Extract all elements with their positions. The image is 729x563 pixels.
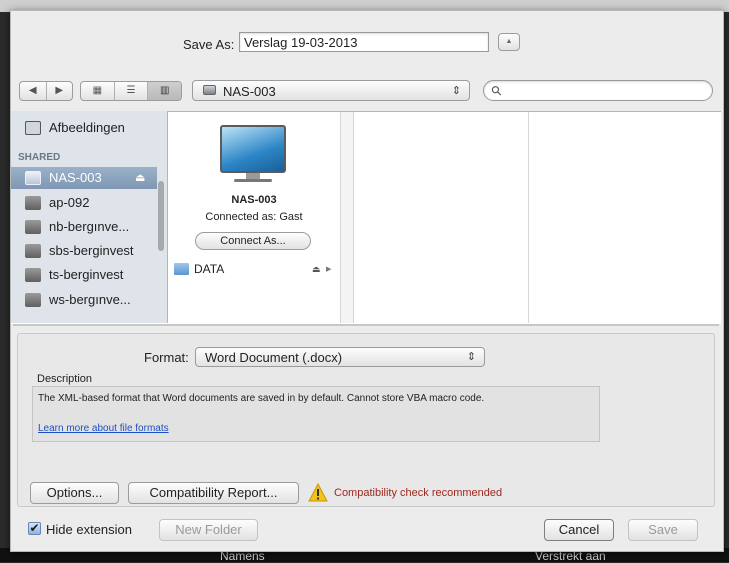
computer-icon bbox=[25, 293, 41, 307]
browser-column-1: NAS-003 Connected as: Gast Connect As...… bbox=[168, 112, 341, 323]
server-display-icon bbox=[220, 125, 286, 173]
connect-as-button[interactable]: Connect As... bbox=[195, 232, 311, 250]
save-button[interactable]: Save bbox=[628, 519, 698, 541]
sidebar-item-label: nb-bergınve... bbox=[49, 219, 130, 234]
folder-icon bbox=[174, 263, 189, 275]
sidebar-item-nas-003[interactable]: NAS-003 ⏏ bbox=[11, 167, 157, 189]
back-forward-control: ◀ ▶ bbox=[19, 81, 73, 101]
search-field[interactable]: ⚲ bbox=[483, 80, 713, 101]
location-popup[interactable]: NAS-003 ⇕ bbox=[192, 80, 470, 101]
forward-button[interactable]: ▶ bbox=[47, 82, 73, 100]
pictures-folder-icon bbox=[25, 121, 41, 135]
column-view-button[interactable]: ▥ bbox=[148, 82, 181, 100]
panel-divider bbox=[13, 324, 719, 326]
description-box: The XML-based format that Word documents… bbox=[32, 386, 600, 442]
hide-extension-checkbox[interactable]: ✔ bbox=[28, 522, 41, 535]
sidebar-item-label: ap-092 bbox=[49, 195, 90, 210]
computer-icon bbox=[203, 85, 216, 95]
list-view-button[interactable]: ☰ bbox=[115, 82, 149, 100]
sidebar-item-ws-berginvest[interactable]: ws-bergınve... bbox=[11, 289, 157, 311]
sidebar-item-label: ts-berginvest bbox=[49, 267, 124, 282]
format-options-panel: Format: Word Document (.docx) ⇕ Descript… bbox=[17, 333, 715, 507]
save-as-sheet: Save As: Verslag 19-03-2013 ▲ ◀ ▶ ▦ ☰ ▥ … bbox=[10, 10, 724, 552]
format-popup[interactable]: Word Document (.docx) ⇕ bbox=[195, 347, 485, 367]
sidebar-item-afbeeldingen[interactable]: Afbeeldingen bbox=[11, 117, 157, 139]
location-value: NAS-003 bbox=[223, 84, 276, 99]
compatibility-warning-text: Compatibility check recommended bbox=[334, 487, 503, 499]
connected-as-text: Connected as: Gast bbox=[205, 211, 303, 223]
icon-view-icon: ▦ bbox=[92, 85, 103, 96]
sidebar-item-nb-berginvest[interactable]: nb-bergınve... bbox=[11, 216, 157, 238]
folder-label: DATA bbox=[194, 262, 225, 276]
back-button[interactable]: ◀ bbox=[20, 82, 47, 100]
chevron-up-icon: ▲ bbox=[505, 38, 513, 45]
format-label: Format: bbox=[144, 350, 189, 365]
folder-row-data[interactable]: DATA ⏏ ▶ bbox=[172, 260, 340, 278]
computer-icon bbox=[25, 268, 41, 282]
hide-extension-label: Hide extension bbox=[46, 522, 132, 537]
eject-icon[interactable]: ⏏ bbox=[312, 260, 321, 278]
column-view-icon: ▥ bbox=[159, 85, 170, 96]
sidebar-section-shared: SHARED bbox=[18, 152, 61, 163]
new-folder-button[interactable]: New Folder bbox=[159, 519, 258, 541]
sidebar-item-ts-berginvest[interactable]: ts-berginvest bbox=[11, 264, 157, 286]
description-text: The XML-based format that Word documents… bbox=[38, 393, 485, 404]
computer-icon bbox=[25, 196, 41, 210]
icon-view-button[interactable]: ▦ bbox=[81, 82, 115, 100]
computer-icon bbox=[25, 171, 41, 185]
sidebar-scrollbar[interactable] bbox=[158, 181, 164, 251]
computer-icon bbox=[25, 220, 41, 234]
expand-dialog-button[interactable]: ▲ bbox=[498, 33, 520, 51]
description-title: Description bbox=[37, 373, 93, 385]
eject-icon[interactable]: ⏏ bbox=[135, 167, 145, 189]
server-display-base bbox=[234, 179, 272, 182]
options-button[interactable]: Options... bbox=[30, 482, 119, 504]
save-as-label: Save As: bbox=[183, 37, 235, 52]
list-view-icon: ☰ bbox=[126, 85, 136, 96]
popup-arrows-icon: ⇕ bbox=[466, 351, 476, 363]
browser-column-3 bbox=[529, 112, 721, 323]
popup-arrows-icon: ⇕ bbox=[451, 85, 461, 97]
forward-arrow-icon: ▶ bbox=[55, 85, 64, 96]
device-name: NAS-003 bbox=[231, 194, 277, 206]
cancel-button[interactable]: Cancel bbox=[544, 519, 614, 541]
column-resize-handle[interactable] bbox=[341, 112, 354, 323]
sidebar-item-label: NAS-003 bbox=[49, 170, 102, 185]
format-value: Word Document (.docx) bbox=[205, 350, 343, 365]
browser-column-2 bbox=[354, 112, 529, 323]
filename-input[interactable]: Verslag 19-03-2013 bbox=[239, 32, 489, 52]
disclosure-arrow-icon: ▶ bbox=[326, 266, 332, 273]
back-arrow-icon: ◀ bbox=[28, 85, 37, 96]
warning-icon bbox=[308, 483, 328, 502]
learn-more-link[interactable]: Learn more about file formats bbox=[38, 423, 169, 434]
sidebar-item-sbs-berginvest[interactable]: sbs-berginvest bbox=[11, 240, 157, 262]
sidebar-item-label: Afbeeldingen bbox=[49, 120, 125, 135]
sidebar: Afbeeldingen SHARED NAS-003 ⏏ ap-092 nb-… bbox=[11, 111, 168, 323]
compatibility-report-button[interactable]: Compatibility Report... bbox=[128, 482, 299, 504]
computer-icon bbox=[25, 244, 41, 258]
sidebar-item-label: ws-bergınve... bbox=[49, 292, 131, 307]
sidebar-item-ap-092[interactable]: ap-092 bbox=[11, 192, 157, 214]
view-mode-control: ▦ ☰ ▥ bbox=[80, 81, 182, 101]
search-icon: ⚲ bbox=[487, 81, 506, 100]
sidebar-item-label: sbs-berginvest bbox=[49, 243, 134, 258]
